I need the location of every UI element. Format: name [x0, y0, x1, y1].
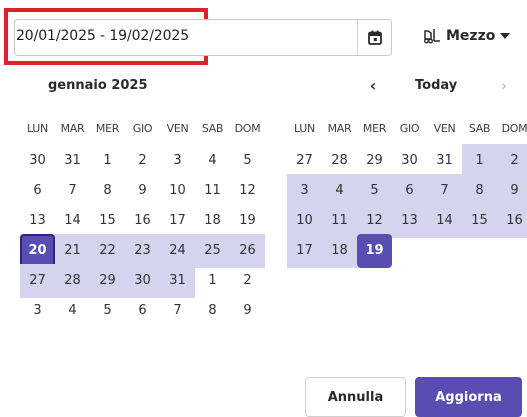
- day-cell[interactable]: 4: [322, 174, 357, 208]
- weekday-label: MER: [362, 122, 387, 135]
- cancel-button[interactable]: Annulla: [305, 377, 406, 417]
- day-cell[interactable]: 9: [230, 294, 265, 328]
- day-cell[interactable]: 16: [125, 204, 160, 238]
- weekday-label: VEN: [166, 122, 189, 135]
- weekday-label: LUN: [294, 122, 315, 135]
- day-cell[interactable]: 30: [125, 264, 160, 298]
- day-cell[interactable]: 12: [230, 174, 265, 208]
- weekday-label: MAR: [327, 122, 352, 135]
- day-cell[interactable]: 11: [195, 174, 230, 208]
- date-range-value[interactable]: 20/01/2025 - 19/02/2025: [16, 28, 189, 44]
- day-cell[interactable]: 1: [195, 264, 230, 298]
- day-cell[interactable]: 23: [125, 234, 160, 268]
- day-cell[interactable]: 2: [230, 264, 265, 298]
- day-cell[interactable]: 14: [55, 204, 90, 238]
- day-cell[interactable]: 3: [20, 294, 55, 328]
- weekday-label: MAR: [60, 122, 85, 135]
- weekday-label: GIO: [132, 122, 153, 135]
- day-cell[interactable]: 2: [125, 144, 160, 178]
- day-cell[interactable]: 31: [55, 144, 90, 178]
- day-cell[interactable]: 24: [160, 234, 195, 268]
- weekday-label: DOM: [234, 122, 261, 135]
- vehicle-label: Mezzo: [446, 28, 496, 44]
- day-cell[interactable]: 5: [230, 144, 265, 178]
- day-cell[interactable]: 7: [55, 174, 90, 208]
- day-cell[interactable]: 18: [195, 204, 230, 238]
- apply-button[interactable]: Aggiorna: [415, 377, 522, 417]
- day-cell[interactable]: 8: [195, 294, 230, 328]
- day-cell[interactable]: 29: [90, 264, 125, 298]
- weekday-label: SAB: [201, 122, 224, 135]
- forklift-icon: [424, 29, 440, 44]
- day-cell[interactable]: 6: [20, 174, 55, 208]
- calendar-toggle-button[interactable]: [357, 20, 391, 55]
- day-cell[interactable]: 15: [90, 204, 125, 238]
- day-cell[interactable]: 1: [462, 144, 497, 178]
- calendar-icon: [367, 30, 382, 45]
- day-cell[interactable]: 3: [160, 144, 195, 178]
- day-cell[interactable]: 4: [55, 294, 90, 328]
- day-cell[interactable]: 5: [357, 174, 392, 208]
- weekday-label: DOM: [501, 122, 527, 135]
- day-cell[interactable]: 30: [20, 144, 55, 178]
- day-cell[interactable]: 17: [287, 234, 322, 268]
- vehicle-dropdown[interactable]: Mezzo: [423, 26, 511, 46]
- prev-month-button[interactable]: ‹: [365, 76, 381, 96]
- day-cell[interactable]: 8: [462, 174, 497, 208]
- day-cell[interactable]: 22: [90, 234, 125, 268]
- weekday-label: VEN: [433, 122, 456, 135]
- day-cell[interactable]: 4: [195, 144, 230, 178]
- day-cell[interactable]: 1: [90, 144, 125, 178]
- weekday-label: SAB: [468, 122, 491, 135]
- weekday-label: MER: [95, 122, 120, 135]
- day-cell[interactable]: 9: [497, 174, 527, 208]
- day-cell[interactable]: 28: [55, 264, 90, 298]
- day-cell[interactable]: 6: [392, 174, 427, 208]
- weekday-label: GIO: [399, 122, 420, 135]
- day-cell[interactable]: 10: [160, 174, 195, 208]
- day-cell[interactable]: 25: [195, 234, 230, 268]
- caret-down-icon: [500, 33, 511, 39]
- day-cell[interactable]: 7: [160, 294, 195, 328]
- day-cell[interactable]: 21: [55, 234, 90, 268]
- day-cell[interactable]: 17: [160, 204, 195, 238]
- date-range-field[interactable]: 20/01/2025 - 19/02/2025: [14, 19, 392, 56]
- day-cell[interactable]: 27: [20, 264, 55, 298]
- day-cell[interactable]: 31: [160, 264, 195, 298]
- day-cell[interactable]: 15: [462, 204, 497, 238]
- day-cell[interactable]: 12: [357, 204, 392, 238]
- day-cell[interactable]: 28: [322, 144, 357, 178]
- day-cell[interactable]: 8: [90, 174, 125, 208]
- day-cell[interactable]: 26: [230, 234, 265, 268]
- day-cell[interactable]: 2: [497, 144, 527, 178]
- day-cell[interactable]: 31: [427, 144, 462, 178]
- day-cell[interactable]: 5: [90, 294, 125, 328]
- day-cell[interactable]: 10: [287, 204, 322, 238]
- day-cell[interactable]: 18: [322, 234, 357, 268]
- day-cell[interactable]: 30: [392, 144, 427, 178]
- day-cell[interactable]: 27: [287, 144, 322, 178]
- today-button[interactable]: Today: [415, 78, 457, 93]
- day-cell[interactable]: 14: [427, 204, 462, 238]
- day-cell[interactable]: 29: [357, 144, 392, 178]
- day-cell[interactable]: 7: [427, 174, 462, 208]
- month-title-left: gennaio 2025: [48, 78, 148, 93]
- calendar-grid-right: LUN MAR MER GIO VEN SAB DOM 27 28 29 30 31 1 2 3 4 5 6 7 8 9…: [287, 114, 527, 268]
- weekday-label: LUN: [27, 122, 48, 135]
- next-month-button[interactable]: ›: [496, 76, 512, 96]
- day-cell[interactable]: 3: [287, 174, 322, 208]
- day-cell[interactable]: 9: [125, 174, 160, 208]
- day-cell[interactable]: 13: [20, 204, 55, 238]
- calendar-grid-left: LUN MAR MER GIO VEN SAB DOM 30 31 1 2 3 4 5 6 7 8 9 10 11 12…: [20, 114, 265, 324]
- range-end-day[interactable]: 19: [357, 234, 392, 268]
- day-cell[interactable]: 6: [125, 294, 160, 328]
- day-cell[interactable]: 13: [392, 204, 427, 238]
- range-start-day[interactable]: 20: [20, 234, 55, 268]
- day-cell[interactable]: 19: [230, 204, 265, 238]
- day-cell[interactable]: 11: [322, 204, 357, 238]
- day-cell[interactable]: 16: [497, 204, 527, 238]
